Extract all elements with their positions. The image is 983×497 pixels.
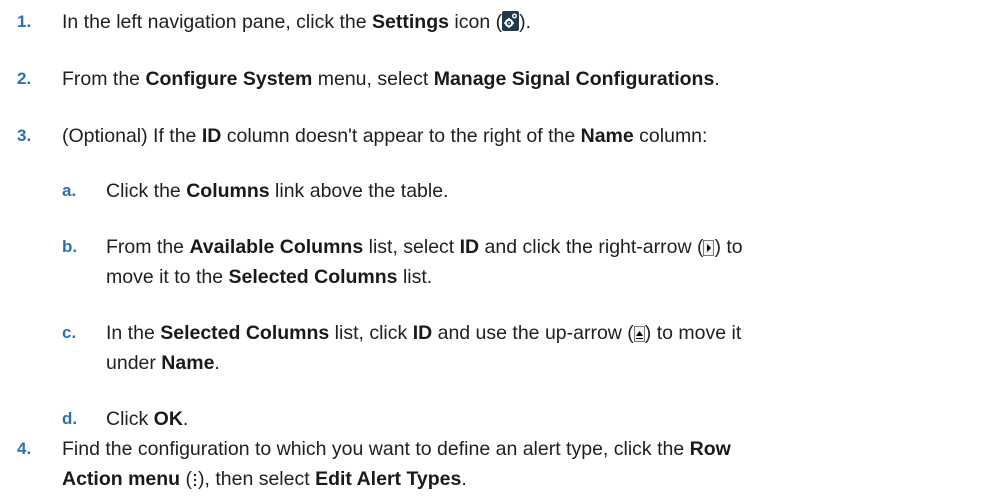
ui-label-name: Name	[161, 352, 215, 374]
substep-text: In the Selected Columns list, click ID a…	[106, 322, 742, 374]
substep-letter: d.	[62, 409, 78, 428]
settings-gear-icon	[502, 11, 520, 31]
ui-label-selected-columns: Selected Columns	[160, 322, 330, 344]
step-number: 2.	[17, 69, 32, 88]
step-number: 3.	[17, 126, 32, 145]
ui-label-edit-alert-types: Edit Alert Types	[315, 468, 462, 490]
substep-letter: b.	[62, 237, 78, 256]
right-arrow-button-icon	[703, 240, 715, 256]
ui-label-manage-signal-configurations: Manage Signal Configurations	[433, 68, 715, 90]
ui-label-available-columns: Available Columns	[189, 236, 364, 258]
ui-label-row-action-menu: Row	[689, 438, 731, 460]
ui-label-id: ID	[412, 322, 433, 344]
up-arrow-button-icon	[633, 326, 645, 342]
substep-text: From the Available Columns list, select …	[106, 236, 743, 288]
vertical-ellipsis-icon	[192, 467, 198, 487]
step-text: (Optional) If the ID column doesn't appe…	[62, 125, 708, 147]
ui-label-selected-columns: Selected Columns	[228, 266, 398, 288]
substep-text: Click the Columns link above the table.	[106, 180, 449, 202]
step-text: From the Configure System menu, select M…	[62, 68, 720, 90]
ui-label-id: ID	[459, 236, 480, 258]
step-text: Find the configuration to which you want…	[62, 438, 731, 490]
ui-label-id: ID	[201, 125, 222, 147]
ui-label-columns: Columns	[186, 180, 270, 202]
step-text: In the left navigation pane, click the S…	[62, 11, 531, 33]
step-number: 4.	[17, 439, 32, 458]
ui-label-settings: Settings	[372, 11, 449, 33]
ui-label-ok: OK	[153, 408, 183, 430]
ui-label-configure-system: Configure System	[145, 68, 313, 90]
ui-label-row-action-menu: Action menu	[62, 468, 181, 490]
substep-text: Click OK.	[106, 408, 189, 430]
substep-letter: c.	[62, 323, 77, 342]
ui-label-name: Name	[580, 125, 634, 147]
substep-letter: a.	[62, 181, 77, 200]
step-number: 1.	[17, 12, 32, 31]
